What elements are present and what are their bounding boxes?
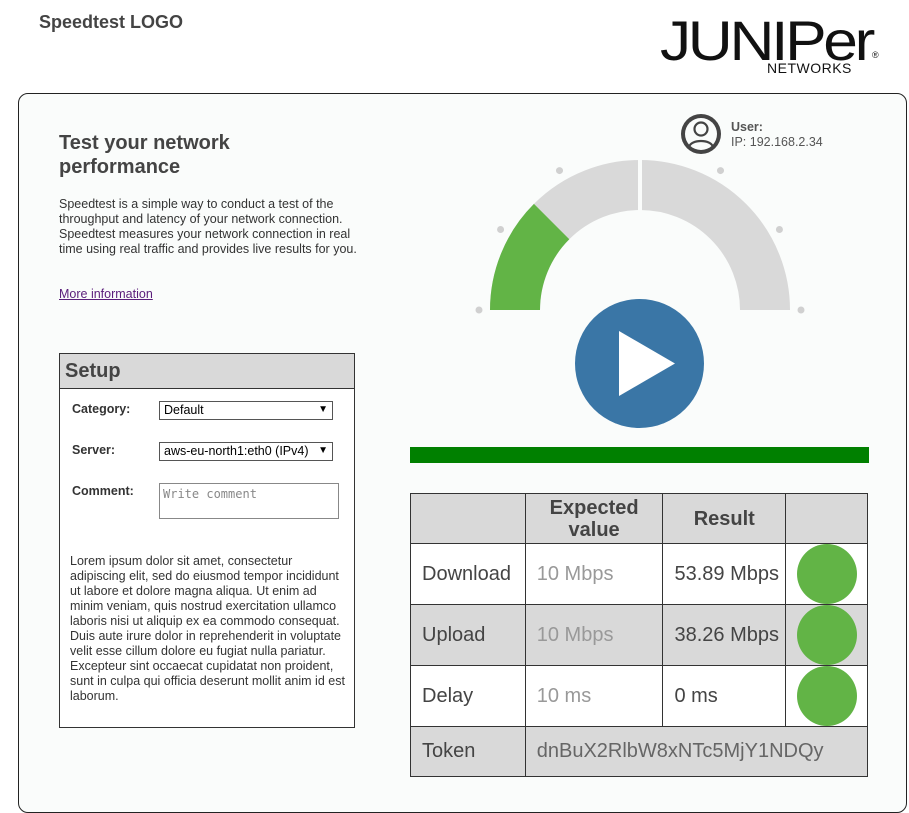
- gauge-tick: [717, 167, 724, 175]
- brand-sub-text: NETWORKS: [767, 60, 852, 76]
- row-expected: 10 Mbps: [524, 604, 664, 666]
- row-result: 0 ms: [662, 665, 787, 727]
- user-ip: IP: 192.168.2.34: [731, 135, 823, 149]
- setup-panel: Setup Category: Default ▼ Server: aws-eu…: [59, 353, 355, 728]
- gauge-tick: [475, 306, 483, 314]
- status-ok-indicator: [796, 666, 857, 726]
- juniper-networks-logo: JUNIPer ® NETWORKS: [660, 10, 879, 76]
- row-result: 38.26 Mbps: [662, 604, 787, 666]
- page-header: Speedtest LOGO JUNIPer ® NETWORKS: [0, 0, 909, 92]
- row-label: Download: [410, 543, 526, 605]
- row-result: 53.89 Mbps: [662, 543, 787, 605]
- test-progress-bar: [410, 447, 869, 463]
- server-select-value: aws-eu-north1:eth0 (IPv4): [164, 444, 309, 458]
- token-row: Token dnBuX2RlbW8xNTc5MjY1NDQy: [410, 726, 869, 777]
- page-title: Test your network performance: [59, 132, 230, 178]
- speedtest-logo: Speedtest LOGO: [39, 12, 184, 32]
- comment-label: Comment:: [72, 484, 134, 498]
- results-header-row: Expected value Result: [410, 493, 868, 544]
- row-expected: 10 Mbps: [524, 543, 664, 605]
- server-select[interactable]: aws-eu-north1:eth0 (IPv4) ▼: [159, 442, 333, 461]
- setup-description: Lorem ipsum dolor sit amet, consectetur …: [70, 554, 345, 703]
- row-label: Delay: [410, 665, 526, 727]
- header-status-cell: [785, 493, 868, 544]
- dropdown-arrow-icon: ▼: [318, 404, 328, 415]
- category-label: Category:: [72, 402, 131, 416]
- header-expected-value: Expected value: [524, 493, 664, 544]
- token-label: Token: [410, 726, 526, 777]
- gauge-tick: [556, 167, 563, 175]
- results-table: Expected value Result Download 10 Mbps 5…: [410, 493, 869, 777]
- more-information-link[interactable]: More information: [59, 287, 153, 301]
- intro-description: Speedtest is a simple way to conduct a t…: [59, 197, 357, 256]
- setup-title: Setup: [60, 354, 354, 389]
- test-progress-fill: [410, 447, 869, 463]
- comment-textarea[interactable]: Write comment: [159, 483, 339, 519]
- table-row: Upload 10 Mbps 38.26 Mbps: [410, 604, 868, 666]
- play-icon: [619, 331, 675, 396]
- row-status: [785, 604, 868, 666]
- gauge-tick: [797, 306, 805, 314]
- brand-mark-text: ®: [872, 50, 879, 60]
- user-avatar-icon: [681, 114, 721, 154]
- server-label: Server:: [72, 443, 116, 457]
- header-empty-cell: [410, 493, 526, 544]
- user-info: User: IP: 192.168.2.34: [680, 113, 860, 155]
- header-result: Result: [662, 493, 787, 544]
- dropdown-arrow-icon: ▼: [318, 445, 328, 456]
- row-expected: 10 ms: [524, 665, 664, 727]
- category-select-value: Default: [164, 403, 204, 417]
- gauge-fill: [490, 203, 570, 311]
- row-status: [785, 665, 868, 727]
- speed-gauge: [475, 158, 805, 314]
- start-test-play-button[interactable]: [575, 299, 704, 428]
- status-ok-indicator: [796, 605, 857, 665]
- status-ok-indicator: [796, 544, 857, 604]
- table-row: Delay 10 ms 0 ms: [410, 665, 868, 727]
- gauge-tick: [497, 226, 505, 233]
- user-label: User:: [731, 120, 763, 134]
- category-select[interactable]: Default ▼: [159, 401, 333, 420]
- row-status: [785, 543, 868, 605]
- token-value: dnBuX2RlbW8xNTc5MjY1NDQy: [524, 726, 869, 777]
- gauge-tick: [775, 226, 783, 233]
- table-row: Download 10 Mbps 53.89 Mbps: [410, 543, 868, 605]
- row-label: Upload: [410, 604, 526, 666]
